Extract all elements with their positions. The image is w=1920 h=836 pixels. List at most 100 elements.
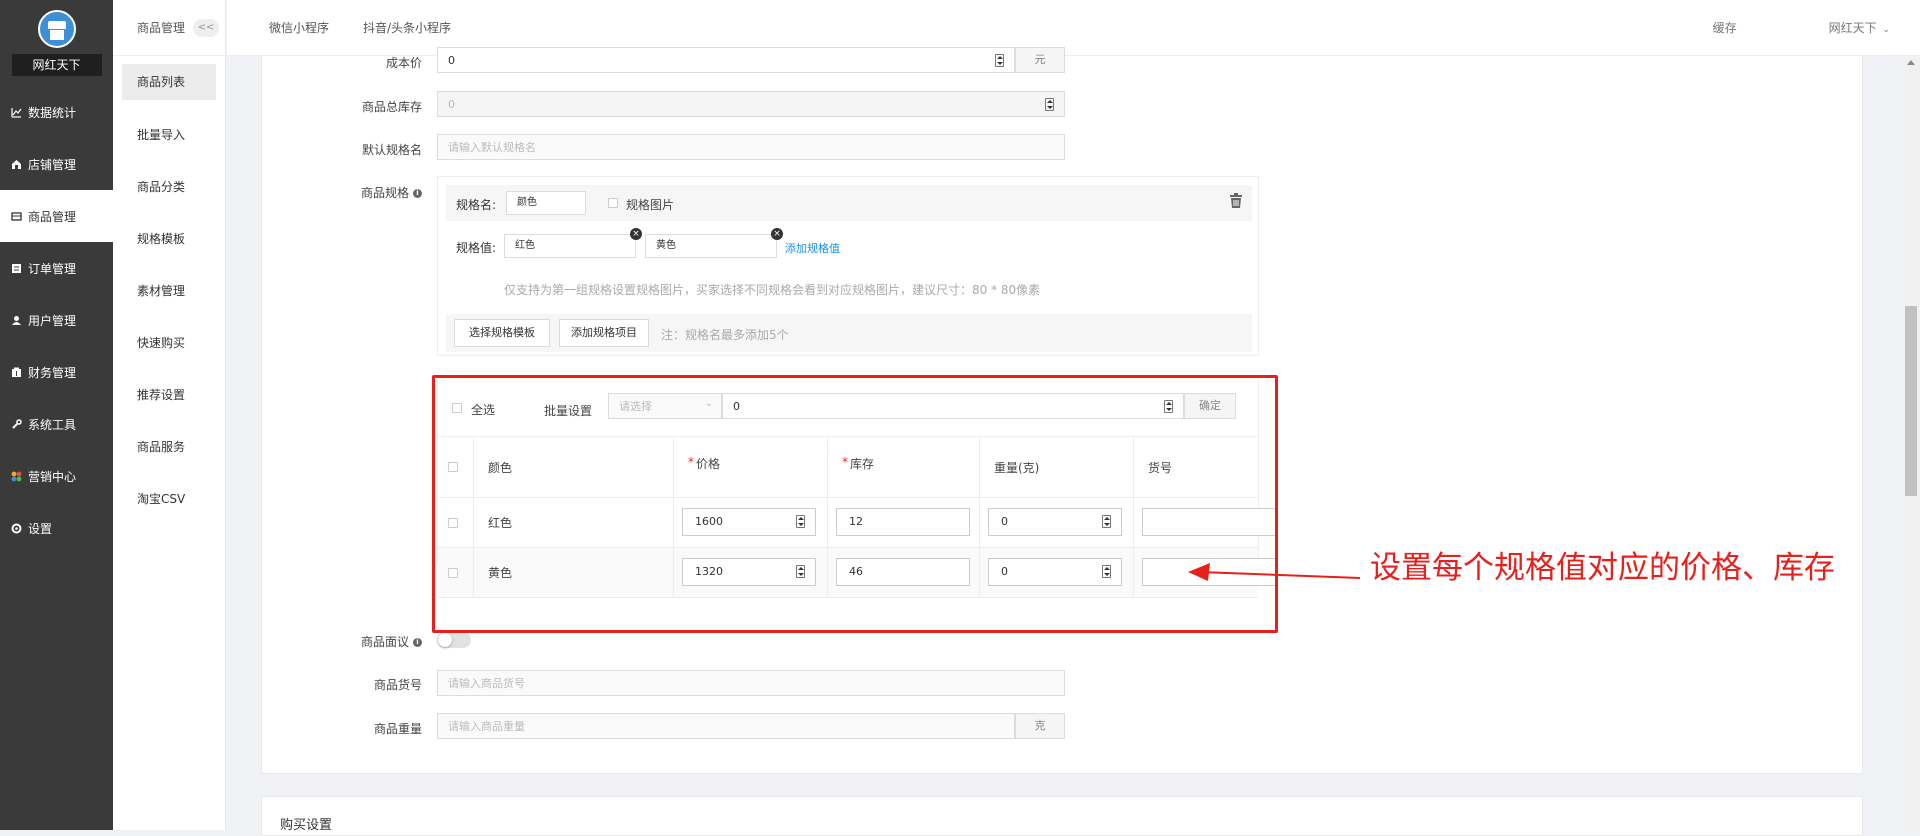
cost-price-value: 0 [448,53,455,67]
subnav-item-spec-template[interactable]: 规格模板 [113,212,225,264]
number-stepper-icon[interactable] [995,54,1004,67]
secondary-sidebar: 商品管理 << 商品列表 批量导入 商品分类 规格模板 素材管理 快速购买 推荐… [113,0,226,830]
chevron-down-icon: ⌄ [1882,25,1890,35]
subnav-item-label: 商品分类 [137,179,186,194]
spec-image-hint: 仅支持为第一组规格设置规格图片，买家选择不同规格会看到对应规格图片，建议尺寸：8… [504,283,1041,297]
spec-value-input-yellow[interactable]: 黄色 [645,234,777,258]
cost-price-input[interactable]: 0 [437,47,1015,73]
cost-price-label: 成本价 [385,56,422,70]
brand-name: 网红天下 [11,54,102,76]
spec-value-input-red[interactable]: 红色 [504,234,636,258]
sku-code-input[interactable]: 请输入商品货号 [437,670,1065,696]
subnav-item-label: 商品列表 [122,64,216,100]
tab-wechat-miniapp[interactable]: 微信小程序 [269,19,329,36]
negotiable-label: 商品面议 i [262,633,422,650]
annotation-text: 设置每个规格值对应的价格、库存 [1370,550,1835,586]
info-icon: i [413,638,422,647]
order-icon [10,262,22,274]
finance-icon [10,366,22,378]
sidebar-item-tools[interactable]: 系统工具 [0,398,113,450]
spec-name-label: 规格名: [456,198,497,212]
close-icon[interactable]: × [630,228,642,240]
sidebar-item-label: 系统工具 [28,417,77,432]
negotiable-toggle[interactable] [437,632,471,648]
subnav-item-quick-buy[interactable]: 快速购买 [113,316,225,368]
subnav-item-label: 批量导入 [137,127,186,142]
subnav-item-label: 推荐设置 [137,387,186,402]
add-spec-value-link[interactable]: 添加规格值 [785,240,840,256]
user-name: 网红天下 [1828,21,1877,35]
subnav-item-taobao-csv[interactable]: 淘宝CSV [113,472,225,524]
sidebar-item-label: 数据统计 [28,105,77,120]
wrench-icon [10,418,22,430]
sidebar-item-settings[interactable]: 设置 [0,502,113,554]
sidebar-item-finance[interactable]: 财务管理 [0,346,113,398]
spec-editor: 规格名: 颜色 规格图片 规格值: 红色 × 黄色 × 添加规格值 仅支持为第一… [437,176,1259,356]
spec-image-label: 规格图片 [626,198,675,212]
spec-name-row: 规格名: 颜色 规格图片 [446,185,1252,221]
sidebar-item-stats[interactable]: 数据统计 [0,86,113,138]
weight-input-main[interactable]: 请输入商品重量 [437,713,1015,739]
spec-name-input[interactable]: 颜色 [506,191,586,215]
subnav-item-goods-list[interactable]: 商品列表 [113,56,225,108]
subnav-item-label: 快速购买 [137,335,186,350]
sidebar-item-orders[interactable]: 订单管理 [0,242,113,294]
sidebar-item-label: 营销中心 [28,469,77,484]
subnav-item-category[interactable]: 商品分类 [113,160,225,212]
negotiable-label-text: 商品面议 [360,635,409,649]
total-stock-label: 商品总库存 [361,100,422,114]
spec-label: 商品规格 i [262,184,422,201]
subnav-item-label: 规格模板 [137,231,186,246]
sidebar-item-label: 用户管理 [28,313,77,328]
scroll-thumb[interactable] [1905,306,1917,496]
default-spec-input[interactable]: 请输入默认规格名 [437,134,1065,160]
info-icon: i [413,189,422,198]
choose-template-button[interactable]: 选择规格模板 [454,319,550,347]
subnav-item-batch-import[interactable]: 批量导入 [113,108,225,160]
tab-douyin-miniapp[interactable]: 抖音/头条小程序 [363,19,451,36]
subnav-item-service[interactable]: 商品服务 [113,420,225,472]
scroll-up-icon[interactable] [1907,60,1915,65]
subnav-item-recommend[interactable]: 推荐设置 [113,368,225,420]
number-stepper-icon [1045,98,1054,111]
sku-code-label: 商品货号 [373,678,422,692]
spec-image-checkbox[interactable] [608,198,618,208]
subnav-item-label: 商品服务 [137,439,186,454]
page-scrollbar[interactable] [1902,56,1920,830]
weight-unit: 克 [1015,713,1065,739]
sidebar-item-shop[interactable]: 店铺管理 [0,138,113,190]
spec-note: 注：规格名最多添加5个 [661,328,789,342]
highlight-box [432,375,1278,633]
add-spec-item-button[interactable]: 添加规格项目 [559,319,649,347]
gear-icon [10,522,22,534]
collapse-button[interactable]: << [193,18,220,37]
subnav-item-materials[interactable]: 素材管理 [113,264,225,316]
sidebar-item-label: 设置 [28,521,53,536]
subnav-item-label: 素材管理 [137,283,186,298]
marketing-icon [10,470,22,482]
weight-label: 商品重量 [373,722,422,736]
close-icon[interactable]: × [771,228,783,240]
sidebar-item-goods[interactable]: 商品管理 [0,190,113,242]
spec-value-label: 规格值: [456,241,497,255]
chart-icon [10,106,22,118]
trash-icon[interactable] [1229,193,1243,212]
sku-code-placeholder: 请输入商品货号 [448,677,525,690]
spec-actions-row: 选择规格模板 添加规格项目 注：规格名最多添加5个 [446,314,1252,352]
shop-icon [10,158,22,170]
total-stock-input: 0 [437,91,1065,117]
user-icon [10,314,22,326]
cache-button[interactable]: 缓存 [1713,19,1737,36]
default-spec-label: 默认规格名 [361,143,422,157]
shop-logo-icon[interactable] [37,10,76,48]
user-menu[interactable]: 网红天下 ⌄ [1783,19,1890,36]
main-sidebar: 网红天下 数据统计 店铺管理 商品管理 订单管理 用户管理 财务管理 系统工具 … [0,0,113,830]
sidebar-item-marketing[interactable]: 营销中心 [0,450,113,502]
sidebar-item-label: 商品管理 [28,209,77,224]
subnav-item-label: 淘宝CSV [137,491,186,506]
total-stock-value: 0 [448,97,455,111]
default-spec-placeholder: 请输入默认规格名 [448,141,536,154]
sidebar-item-users[interactable]: 用户管理 [0,294,113,346]
goods-icon [10,210,22,222]
spec-label-text: 商品规格 [360,186,409,200]
